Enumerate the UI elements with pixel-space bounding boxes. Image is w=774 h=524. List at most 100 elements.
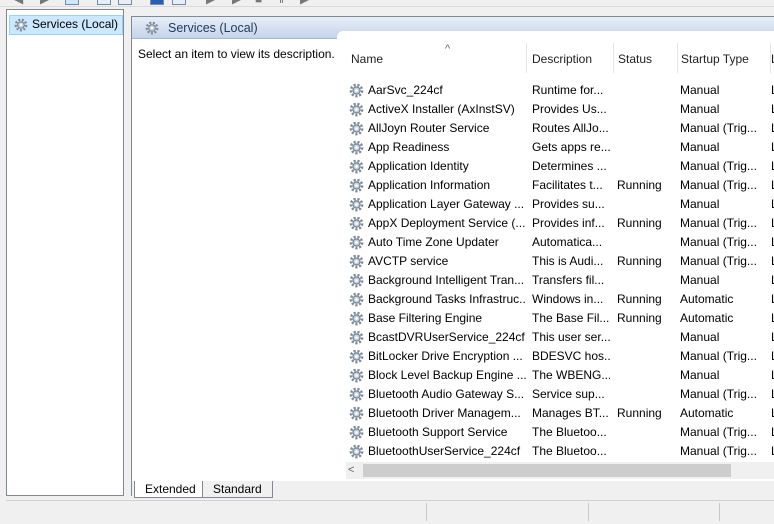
sort-ascending-icon: ^ xyxy=(445,43,451,55)
help-icon[interactable] xyxy=(150,0,164,5)
scroll-left-arrow-icon[interactable]: < xyxy=(348,462,354,479)
service-description: BDESVC hos... xyxy=(532,349,610,363)
service-name: Application Information xyxy=(368,178,491,192)
service-status: Running xyxy=(617,178,662,192)
column-header-startup-type[interactable]: Startup Type xyxy=(678,43,771,73)
export-list-icon[interactable] xyxy=(118,0,132,5)
table-row[interactable]: Application Information Facilitates t... R… xyxy=(337,176,774,195)
service-status: Running xyxy=(617,216,662,230)
table-row[interactable]: AarSvc_224cfRuntime for...ManualL xyxy=(337,81,774,100)
column-header-status[interactable]: Status xyxy=(615,43,678,73)
gear-icon xyxy=(349,425,364,440)
restart-service-icon[interactable]: ▶ xyxy=(300,0,309,5)
console-tree: Services (Local) xyxy=(6,9,124,496)
table-row[interactable]: BluetoothUserService_224cf The Bluetoo...… xyxy=(337,442,774,461)
tab-standard[interactable]: Standard xyxy=(202,481,273,498)
table-row[interactable]: Base Filtering Engine The Base Fil... Runn… xyxy=(337,309,774,328)
tree-item-services-local[interactable]: Services (Local) xyxy=(9,15,124,35)
gear-icon xyxy=(349,254,364,269)
table-row[interactable]: Bluetooth Audio Gateway S... Service sup.… xyxy=(337,385,774,404)
table-row[interactable]: Bluetooth Driver Managem... Manages BT...… xyxy=(337,404,774,423)
service-status: Running xyxy=(617,311,662,325)
properties-icon[interactable] xyxy=(97,0,111,5)
gear-icon xyxy=(349,387,364,402)
table-row[interactable]: Auto Time Zone Updater Automatica... Manua… xyxy=(337,233,774,252)
table-row[interactable]: AVCTP service This is Audi... Running Manua… xyxy=(337,252,774,271)
service-name: Block Level Backup Engine ... xyxy=(368,368,526,382)
service-description: The Bluetoo... xyxy=(532,425,607,439)
table-row[interactable]: Bluetooth Support Service The Bluetoo... M… xyxy=(337,423,774,442)
service-startup-type: Manual xyxy=(680,140,720,154)
service-description: Routes AllJo... xyxy=(532,121,609,135)
status-bar xyxy=(6,500,774,522)
column-header-name[interactable]: ^ Name xyxy=(351,43,527,73)
gear-icon xyxy=(349,121,364,136)
service-startup-type: Manual (Trig... xyxy=(680,121,757,135)
gear-icon xyxy=(349,444,364,459)
table-row[interactable]: App ReadinessGets apps re...ManualL xyxy=(337,138,774,157)
service-description: This user ser... xyxy=(532,330,610,344)
service-description: Gets apps re... xyxy=(532,140,610,154)
service-name: BitLocker Drive Encryption ... xyxy=(368,349,523,363)
gear-icon xyxy=(349,159,364,174)
table-row[interactable]: Background Intelligent Tran... Transfers … xyxy=(337,271,774,290)
service-startup-type: Manual xyxy=(680,83,720,97)
service-description: The Base Fil... xyxy=(532,311,610,325)
gear-icon xyxy=(349,311,364,326)
stop-service-icon[interactable]: ■ xyxy=(255,0,262,5)
service-name: AVCTP service xyxy=(368,254,449,268)
service-startup-type: Manual (Trig... xyxy=(680,425,757,439)
column-header-description[interactable]: Description xyxy=(529,43,614,73)
service-name: BcastDVRUserService_224cf xyxy=(368,330,525,344)
pause-service-icon[interactable]: ▶ xyxy=(232,0,241,5)
table-row[interactable]: ActiveX Installer (AxInstSV) Provides Us.… xyxy=(337,100,774,119)
forward-arrow-icon[interactable]: ▶ xyxy=(40,0,49,5)
service-name: Auto Time Zone Updater xyxy=(368,235,499,249)
service-description: The WBENG... xyxy=(532,368,610,382)
horizontal-scrollbar[interactable]: < xyxy=(346,462,774,479)
table-row[interactable]: Application Layer Gateway ... Provides su… xyxy=(337,195,774,214)
gear-icon xyxy=(349,292,364,307)
gear-icon xyxy=(349,216,364,231)
table-row[interactable]: Block Level Backup Engine ... The WBENG..… xyxy=(337,366,774,385)
table-row[interactable]: AppX Deployment Service (... Provides inf… xyxy=(337,214,774,233)
page-title: Services (Local) xyxy=(168,21,258,35)
table-row[interactable]: Background Tasks Infrastruc... Windows in… xyxy=(337,290,774,309)
service-name: Background Tasks Infrastruc... xyxy=(368,292,526,306)
services-pane: Services (Local) Select an item to view … xyxy=(131,16,774,498)
table-row[interactable]: BcastDVRUserService_224cf This user ser..… xyxy=(337,328,774,347)
start-service-icon[interactable]: ▶ xyxy=(206,0,215,5)
tab-extended[interactable]: Extended xyxy=(134,481,207,498)
service-name: Application Layer Gateway ... xyxy=(368,197,525,211)
table-row[interactable]: AllJoyn Router Service Routes AllJo... Man… xyxy=(337,119,774,138)
service-startup-type: Manual xyxy=(680,102,720,116)
service-description: Determines ... xyxy=(532,159,607,173)
table-row[interactable]: Application Identity Determines ... Manual… xyxy=(337,157,774,176)
action-pane-icon[interactable] xyxy=(172,0,186,5)
service-description: Manages BT... xyxy=(532,406,609,420)
service-name: AarSvc_224cf xyxy=(368,83,443,97)
back-arrow-icon[interactable]: ◀ xyxy=(14,0,23,5)
service-description: Automatica... xyxy=(532,235,603,249)
show-hide-console-tree-icon[interactable] xyxy=(65,0,79,5)
description-text: Select an item to view its description. xyxy=(138,47,335,61)
service-name: Bluetooth Driver Managem... xyxy=(368,406,521,420)
scrollbar-thumb[interactable] xyxy=(363,464,731,477)
service-name: BluetoothUserService_224cf xyxy=(368,444,521,458)
table-row[interactable]: BitLocker Drive Encryption ... BDESVC hos… xyxy=(337,347,774,366)
service-startup-type: Automatic xyxy=(680,292,734,306)
service-startup-type: Manual xyxy=(680,330,720,344)
service-description: This is Audi... xyxy=(532,254,604,268)
service-description: Provides inf... xyxy=(532,216,605,230)
gear-icon xyxy=(349,197,364,212)
service-startup-type: Manual xyxy=(680,197,720,211)
service-description: Transfers fil... xyxy=(532,273,605,287)
pause-icon[interactable]: ‖ xyxy=(279,0,284,5)
services-list: ^ Name Description Status Startup Type L… xyxy=(337,31,774,478)
service-description: Provides Us... xyxy=(532,102,607,116)
gear-icon xyxy=(14,18,28,32)
service-startup-type: Manual (Trig... xyxy=(680,387,757,401)
service-startup-type: Automatic xyxy=(680,406,734,420)
service-startup-type: Manual xyxy=(680,273,720,287)
gear-icon xyxy=(145,21,159,35)
